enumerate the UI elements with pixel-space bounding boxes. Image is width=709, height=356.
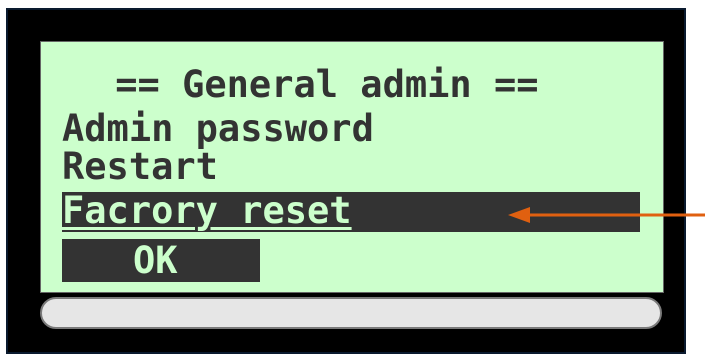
menu-item-admin-password[interactable]: Admin password xyxy=(62,109,374,149)
lcd-screen: == General admin == Admin password Resta… xyxy=(40,41,664,293)
menu-item-restart[interactable]: Restart xyxy=(62,147,218,187)
status-bar xyxy=(40,297,662,329)
device-frame: == General admin == Admin password Resta… xyxy=(6,8,686,354)
menu-title: == General admin == xyxy=(93,63,539,106)
menu-item-factory-reset[interactable]: Facrory reset xyxy=(62,191,352,231)
ok-button-label: OK xyxy=(133,239,178,282)
